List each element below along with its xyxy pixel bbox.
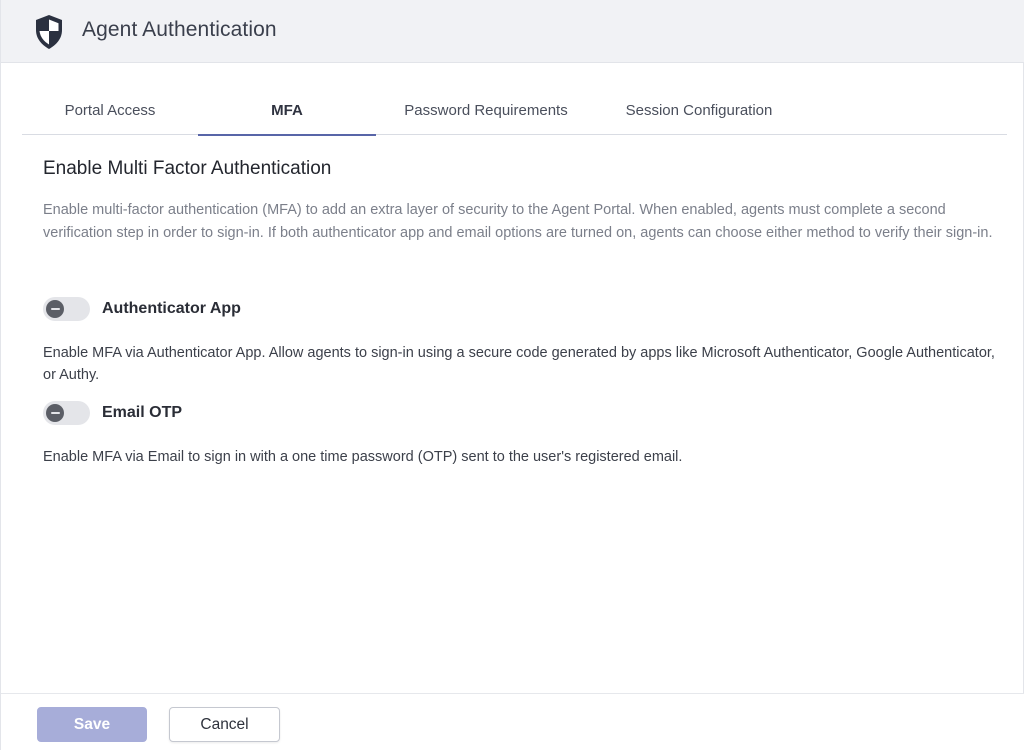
email-otp-label: Email OTP — [102, 404, 183, 421]
email-otp-row: Email OTP — [43, 401, 182, 425]
app-frame: Agent Authentication Portal Access MFA P… — [0, 0, 1024, 750]
save-button[interactable]: Save — [37, 707, 147, 742]
authenticator-app-description: Enable MFA via Authenticator App. Allow … — [43, 345, 995, 383]
tab-session-configuration[interactable]: Session Configuration — [607, 85, 791, 135]
authenticator-app-label: Authenticator App — [102, 300, 241, 317]
authenticator-app-row: Authenticator App — [43, 297, 241, 321]
footer-bar: Save Cancel — [1, 693, 1024, 750]
toggle-off-icon — [46, 404, 64, 422]
page-header: Agent Authentication — [1, 0, 1024, 63]
toggle-off-icon — [46, 300, 64, 318]
tab-mfa[interactable]: MFA — [198, 85, 376, 136]
email-otp-toggle[interactable] — [43, 401, 90, 425]
section-description: Enable multi-factor authentication (MFA)… — [43, 202, 993, 241]
shield-icon — [34, 14, 64, 50]
authenticator-app-toggle[interactable] — [43, 297, 90, 321]
cancel-button[interactable]: Cancel — [169, 707, 280, 742]
tab-bar: Portal Access MFA Password Requirements … — [22, 85, 1007, 136]
page-title: Agent Authentication — [82, 18, 277, 41]
email-otp-description: Enable MFA via Email to sign in with a o… — [43, 449, 683, 465]
section-title: Enable Multi Factor Authentication — [43, 158, 332, 179]
tab-password-requirements[interactable]: Password Requirements — [388, 85, 584, 135]
tab-portal-access[interactable]: Portal Access — [42, 85, 178, 135]
